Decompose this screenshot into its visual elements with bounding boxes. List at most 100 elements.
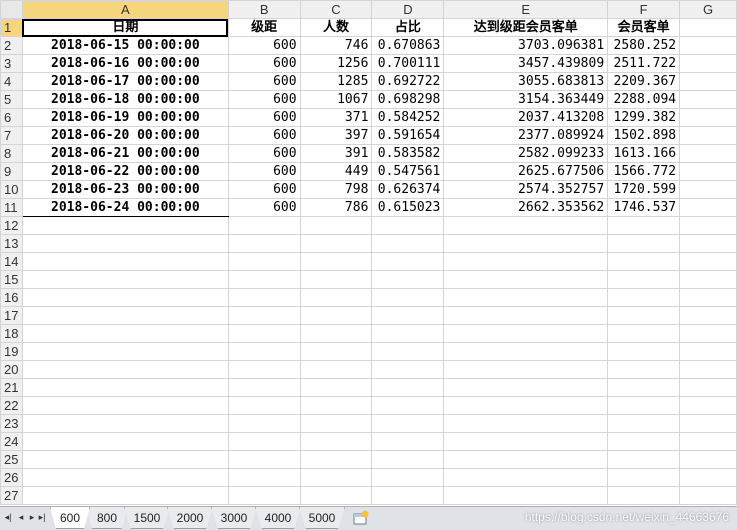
cell-empty[interactable] xyxy=(371,324,445,343)
column-header-f[interactable]: F xyxy=(607,0,681,19)
cell-ratio[interactable]: 0.591654 xyxy=(371,126,445,145)
cell-empty[interactable] xyxy=(679,252,737,271)
cell-date[interactable]: 2018-06-17 00:00:00 xyxy=(21,72,229,91)
cell-date[interactable]: 2018-06-22 00:00:00 xyxy=(21,162,229,181)
row-header[interactable]: 21 xyxy=(0,378,23,397)
cell-reached-avg[interactable]: 2582.099233 xyxy=(443,144,609,163)
cell-interval[interactable]: 600 xyxy=(227,198,301,217)
cell-empty[interactable] xyxy=(371,306,445,325)
row-header[interactable]: 27 xyxy=(0,486,23,505)
row-header[interactable]: 14 xyxy=(0,252,23,271)
cell-empty[interactable] xyxy=(227,216,301,235)
cell-empty[interactable] xyxy=(607,378,681,397)
cell-reached-avg[interactable]: 2625.677506 xyxy=(443,162,609,181)
cell-interval[interactable]: 600 xyxy=(227,126,301,145)
row-header[interactable]: 12 xyxy=(0,216,23,235)
cell-empty[interactable] xyxy=(371,396,445,415)
cell-reached-avg[interactable]: 2037.413208 xyxy=(443,108,609,127)
cell-empty[interactable] xyxy=(299,216,373,235)
cell-date[interactable]: 2018-06-18 00:00:00 xyxy=(21,90,229,109)
cell-empty[interactable] xyxy=(21,486,229,505)
cell-date[interactable]: 2018-06-16 00:00:00 xyxy=(21,54,229,73)
row-header[interactable]: 7 xyxy=(0,126,23,145)
column-header-a[interactable]: A xyxy=(21,0,229,19)
cell-empty[interactable] xyxy=(227,468,301,487)
cell-ratio[interactable]: 0.584252 xyxy=(371,108,445,127)
cell-empty[interactable] xyxy=(21,432,229,451)
cell-interval[interactable]: 600 xyxy=(227,54,301,73)
cell-ratio[interactable]: 0.626374 xyxy=(371,180,445,199)
sheet-tab-5000[interactable]: 5000 xyxy=(299,507,345,529)
cell-header-count[interactable]: 人数 xyxy=(299,18,373,37)
cell-header-member-avg[interactable]: 会员客单 xyxy=(607,18,681,37)
cell-empty[interactable] xyxy=(607,288,681,307)
cell-empty[interactable] xyxy=(299,270,373,289)
cell-empty[interactable] xyxy=(227,396,301,415)
cell-empty[interactable] xyxy=(21,252,229,271)
cell-empty[interactable] xyxy=(227,486,301,505)
column-header-b[interactable]: B xyxy=(227,0,301,19)
row-header[interactable]: 17 xyxy=(0,306,23,325)
cell-date[interactable]: 2018-06-20 00:00:00 xyxy=(21,126,229,145)
cell-date[interactable]: 2018-06-24 00:00:00 xyxy=(21,198,229,217)
cell-empty[interactable] xyxy=(21,450,229,469)
cell-empty[interactable] xyxy=(679,360,737,379)
cell-empty[interactable] xyxy=(21,324,229,343)
row-header[interactable]: 2 xyxy=(0,36,23,55)
cell-empty[interactable] xyxy=(679,90,737,109)
cell-member-avg[interactable]: 1502.898 xyxy=(607,126,681,145)
cell-reached-avg[interactable]: 2574.352757 xyxy=(443,180,609,199)
cell-empty[interactable] xyxy=(299,252,373,271)
cell-empty[interactable] xyxy=(299,342,373,361)
cell-empty[interactable] xyxy=(443,252,609,271)
cell-member-avg[interactable]: 2209.367 xyxy=(607,72,681,91)
cell-empty[interactable] xyxy=(679,324,737,343)
cell-empty[interactable] xyxy=(299,468,373,487)
cell-interval[interactable]: 600 xyxy=(227,162,301,181)
row-header[interactable]: 4 xyxy=(0,72,23,91)
cell-empty[interactable] xyxy=(371,432,445,451)
cell-empty[interactable] xyxy=(679,468,737,487)
cell-count[interactable]: 397 xyxy=(299,126,373,145)
row-header[interactable]: 3 xyxy=(0,54,23,73)
cell-empty[interactable] xyxy=(443,216,609,235)
cell-count[interactable]: 746 xyxy=(299,36,373,55)
cell-reached-avg[interactable]: 3457.439809 xyxy=(443,54,609,73)
cell-date[interactable]: 2018-06-15 00:00:00 xyxy=(21,36,229,55)
cell-empty[interactable] xyxy=(679,450,737,469)
cell-reached-avg[interactable]: 2662.353562 xyxy=(443,198,609,217)
cell-empty[interactable] xyxy=(607,306,681,325)
cell-empty[interactable] xyxy=(443,342,609,361)
cell-interval[interactable]: 600 xyxy=(227,144,301,163)
cell-member-avg[interactable]: 2288.094 xyxy=(607,90,681,109)
cell-empty[interactable] xyxy=(679,72,737,91)
cell-empty[interactable] xyxy=(679,108,737,127)
row-header[interactable]: 26 xyxy=(0,468,23,487)
cell-empty[interactable] xyxy=(227,234,301,253)
cell-interval[interactable]: 600 xyxy=(227,90,301,109)
cell-empty[interactable] xyxy=(679,234,737,253)
cell-empty[interactable] xyxy=(679,342,737,361)
cell-empty[interactable] xyxy=(371,450,445,469)
cell-empty[interactable] xyxy=(679,18,737,37)
cell-empty[interactable] xyxy=(443,306,609,325)
row-header[interactable]: 24 xyxy=(0,432,23,451)
cell-empty[interactable] xyxy=(299,414,373,433)
sheet-tab-800[interactable]: 800 xyxy=(86,507,128,529)
cell-empty[interactable] xyxy=(227,432,301,451)
cell-empty[interactable] xyxy=(607,324,681,343)
cell-member-avg[interactable]: 2580.252 xyxy=(607,36,681,55)
column-header-g[interactable]: G xyxy=(679,0,737,19)
cell-count[interactable]: 786 xyxy=(299,198,373,217)
last-sheet-icon[interactable]: ▸| xyxy=(37,512,47,523)
cell-empty[interactable] xyxy=(607,216,681,235)
cell-empty[interactable] xyxy=(227,306,301,325)
cell-empty[interactable] xyxy=(679,36,737,55)
cell-empty[interactable] xyxy=(607,468,681,487)
cell-header-ratio[interactable]: 占比 xyxy=(371,18,445,37)
cell-count[interactable]: 1067 xyxy=(299,90,373,109)
row-header[interactable]: 5 xyxy=(0,90,23,109)
cell-empty[interactable] xyxy=(299,450,373,469)
row-header[interactable]: 15 xyxy=(0,270,23,289)
cell-member-avg[interactable]: 1299.382 xyxy=(607,108,681,127)
